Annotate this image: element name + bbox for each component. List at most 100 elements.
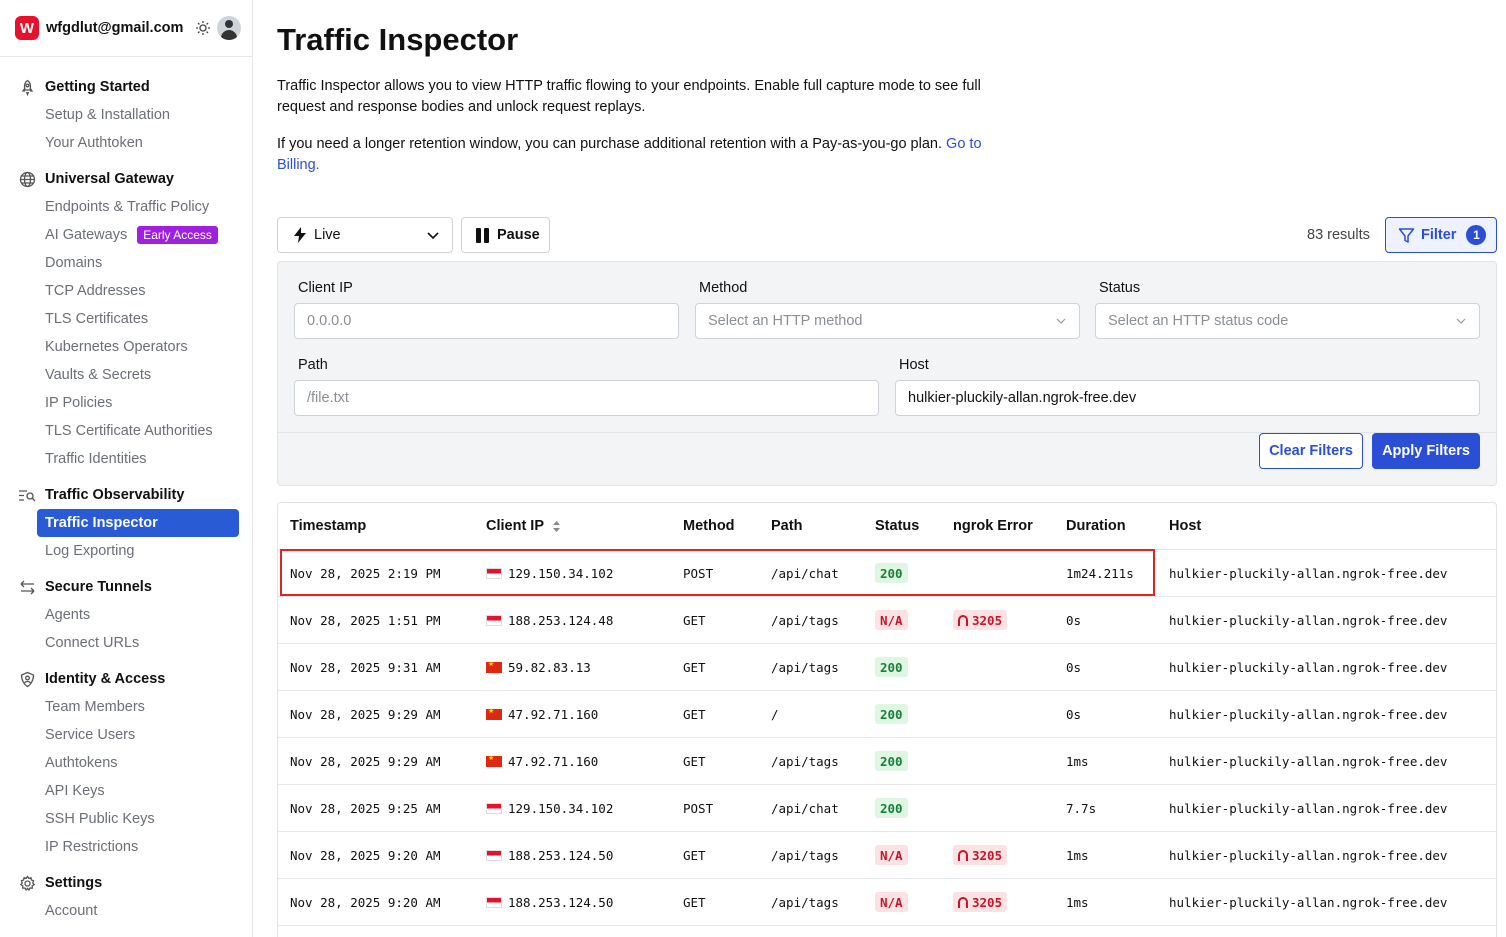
sidebar-item-api-keys[interactable]: API Keys xyxy=(0,777,252,805)
cell-timestamp: Nov 28, 2025 9:25 AM xyxy=(290,801,441,816)
sidebar-item-team-members[interactable]: Team Members xyxy=(0,693,252,721)
sidebar-item-ip-restrictions[interactable]: IP Restrictions xyxy=(0,833,252,861)
error-code: 3205 xyxy=(972,612,1003,628)
table-row[interactable]: Nov 28, 2025 9:25 AM 129.150.34.102 POST/a… xyxy=(278,785,1496,832)
chevron-down-icon xyxy=(1056,318,1066,324)
table-row[interactable]: Nov 28, 2025 9:29 AM 47.92.71.160 GET / 200 0… xyxy=(278,691,1496,738)
sidebar-item-ip-policies[interactable]: IP Policies xyxy=(0,389,252,417)
sidebar-item-label: Account xyxy=(45,903,98,919)
clear-filters-button[interactable]: Clear Filters xyxy=(1259,433,1363,469)
col-ngrok-error: ngrok Error xyxy=(953,518,1033,534)
flag-icon xyxy=(486,568,502,579)
apply-filters-button[interactable]: Apply Filters xyxy=(1372,433,1480,469)
sidebar-item-ai-gateways[interactable]: AI Gateways Early Access xyxy=(0,221,252,249)
sidebar-item-setup-installation[interactable]: Setup & Installation xyxy=(0,101,252,129)
status-select[interactable]: Select an HTTP status code xyxy=(1095,303,1480,339)
retention-text: If you need a longer retention window, y… xyxy=(277,136,943,152)
cell-method: GET xyxy=(683,707,706,722)
account-bar: W wfgdlut@gmail.com xyxy=(0,0,252,57)
sidebar-group-getting-started[interactable]: Getting Started xyxy=(0,73,252,101)
sidebar-item-your-authtoken[interactable]: Your Authtoken xyxy=(0,129,252,157)
sidebar-item-agents[interactable]: Agents xyxy=(0,601,252,629)
filter-button[interactable]: Filter 1 xyxy=(1385,217,1497,253)
sidebar-item-traffic-identities[interactable]: Traffic Identities xyxy=(0,445,252,473)
cell-method: GET xyxy=(683,848,706,863)
sidebar-item-log-exporting[interactable]: Log Exporting xyxy=(0,537,252,565)
mode-select[interactable]: Live xyxy=(277,217,453,253)
table-body: Nov 28, 2025 2:19 PM 129.150.34.102 POST/a… xyxy=(278,550,1496,926)
cell-path: / xyxy=(771,707,779,722)
cell-duration: 0s xyxy=(1066,660,1082,675)
sidebar-item-domains[interactable]: Domains xyxy=(0,249,252,277)
col-client-ip-label: Client IP xyxy=(486,518,545,534)
sidebar-item-label: IP Policies xyxy=(45,395,113,411)
cell-client-ip: 129.150.34.102 xyxy=(486,566,613,581)
sort-icon[interactable] xyxy=(552,520,561,533)
cell-path: /api/tags xyxy=(771,895,839,910)
sidebar-item-account[interactable]: Account xyxy=(0,897,252,925)
table-row[interactable]: Nov 28, 2025 9:20 AM 188.253.124.50 GET/ap… xyxy=(278,832,1496,879)
cell-client-ip: 188.253.124.50 xyxy=(486,895,613,910)
avatar[interactable] xyxy=(217,16,242,40)
sun-icon[interactable] xyxy=(195,20,211,36)
ngrok-n-icon xyxy=(958,896,968,908)
sidebar-item-label: Endpoints & Traffic Policy xyxy=(45,199,210,215)
pause-button[interactable]: Pause xyxy=(461,217,550,253)
rocket-icon xyxy=(18,78,36,96)
sidebar-item-authtokens[interactable]: Authtokens xyxy=(0,749,252,777)
cell-timestamp: Nov 28, 2025 9:20 AM xyxy=(290,895,441,910)
table-row[interactable]: Nov 28, 2025 1:51 PM 188.253.124.48 GET/ap… xyxy=(278,597,1496,644)
table-row[interactable]: Nov 28, 2025 2:19 PM 129.150.34.102 POST/a… xyxy=(278,550,1496,597)
sidebar-item-tcp-addresses[interactable]: TCP Addresses xyxy=(0,277,252,305)
status-placeholder: Select an HTTP status code xyxy=(1108,313,1289,329)
col-duration: Duration xyxy=(1066,518,1126,534)
sidebar-item-traffic-inspector[interactable]: Traffic Inspector xyxy=(37,509,239,537)
account-email[interactable]: wfgdlut@gmail.com xyxy=(46,20,183,36)
sidebar-item-endpoints-traffic-policy[interactable]: Endpoints & Traffic Policy xyxy=(0,193,252,221)
sidebar-group-settings[interactable]: Settings xyxy=(0,869,252,897)
table-row[interactable]: Nov 28, 2025 9:20 AM 188.253.124.50 GET/ap… xyxy=(278,879,1496,926)
status-badge: N/A xyxy=(875,892,908,912)
sidebar-item-label: Agents xyxy=(45,607,91,623)
sidebar-group-label: Secure Tunnels xyxy=(45,579,152,595)
table-row[interactable]: Nov 28, 2025 9:29 AM 47.92.71.160 GET/api/… xyxy=(278,738,1496,785)
sidebar-group-identity-access[interactable]: Identity & Access xyxy=(0,665,252,693)
sidebar-item-service-users[interactable]: Service Users xyxy=(0,721,252,749)
sidebar-item-tls-certificates[interactable]: TLS Certificates xyxy=(0,305,252,333)
sidebar-item-kubernetes-operators[interactable]: Kubernetes Operators xyxy=(0,333,252,361)
path-input[interactable]: /file.txt xyxy=(294,380,879,416)
sidebar-item-connect-urls[interactable]: Connect URLs xyxy=(0,629,252,657)
pause-label: Pause xyxy=(497,227,540,243)
cell-path: /api/tags xyxy=(771,613,839,628)
sidebar-item-label: AI Gateways xyxy=(45,227,128,243)
sidebar-group-label: Universal Gateway xyxy=(45,171,174,187)
col-client-ip[interactable]: Client IP xyxy=(486,518,561,534)
cell-method: GET xyxy=(683,613,706,628)
sidebar-group-label: Settings xyxy=(45,875,103,891)
org-logo[interactable]: W xyxy=(15,16,39,40)
sidebar-item-vaults-secrets[interactable]: Vaults & Secrets xyxy=(0,361,252,389)
sidebar-item-tls-certificate-authorities[interactable]: TLS Certificate Authorities xyxy=(0,417,252,445)
ngrok-error-badge: 3205 xyxy=(953,845,1008,865)
client-ip-text: 59.82.83.13 xyxy=(508,660,591,675)
sidebar-item-ssh-public-keys[interactable]: SSH Public Keys xyxy=(0,805,252,833)
cell-timestamp: Nov 28, 2025 9:29 AM xyxy=(290,754,441,769)
method-select[interactable]: Select an HTTP method xyxy=(695,303,1080,339)
table-header: Timestamp Client IP Method Path Status n… xyxy=(278,503,1496,550)
sidebar-group-traffic-observability[interactable]: Traffic Observability xyxy=(0,481,252,509)
cell-host: hulkier-pluckily-allan.ngrok-free.dev xyxy=(1169,707,1448,722)
error-code: 3205 xyxy=(972,894,1003,910)
col-timestamp[interactable]: Timestamp xyxy=(290,518,366,534)
filter-panel: Client IP 0.0.0.0 Method Select an HTTP … xyxy=(277,261,1497,486)
sidebar-item-label: TLS Certificates xyxy=(45,311,149,327)
sidebar-group-secure-tunnels[interactable]: Secure Tunnels xyxy=(0,573,252,601)
sidebar-group-universal-gateway[interactable]: Universal Gateway xyxy=(0,165,252,193)
sidebar-item-label: SSH Public Keys xyxy=(45,811,155,827)
client-ip-input[interactable]: 0.0.0.0 xyxy=(294,303,679,339)
col-host: Host xyxy=(1169,518,1202,534)
cell-host: hulkier-pluckily-allan.ngrok-free.dev xyxy=(1169,848,1448,863)
table-row[interactable]: Nov 28, 2025 9:31 AM 59.82.83.13 GET/api/t… xyxy=(278,644,1496,691)
list-search-icon xyxy=(18,486,36,504)
host-input[interactable]: hulkier-pluckily-allan.ngrok-free.dev xyxy=(895,380,1480,416)
client-ip-text: 129.150.34.102 xyxy=(508,566,614,581)
